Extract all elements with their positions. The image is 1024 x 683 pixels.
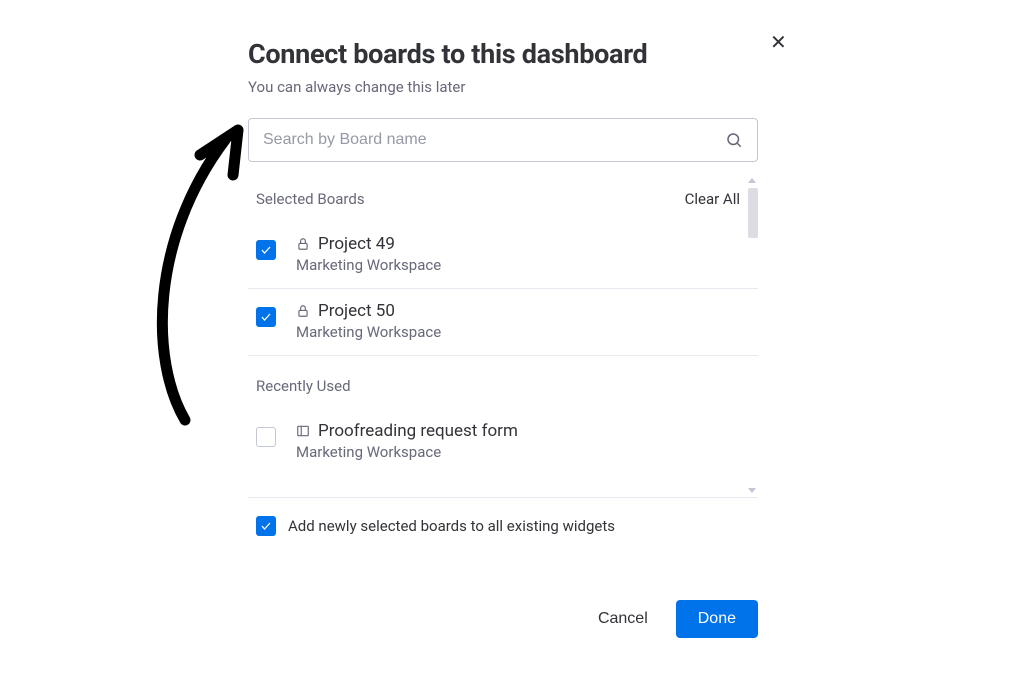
board-row[interactable]: Project 50 Marketing Workspace <box>248 289 758 356</box>
board-name: Project 49 <box>318 234 395 254</box>
board-checkbox[interactable] <box>256 240 276 260</box>
checkmark-icon <box>260 244 272 256</box>
board-name: Proofreading request form <box>318 421 518 441</box>
lock-icon <box>296 237 310 251</box>
search-input[interactable] <box>263 131 725 149</box>
checkmark-icon <box>260 520 272 532</box>
board-workspace: Marketing Workspace <box>296 256 750 274</box>
search-icon <box>725 131 743 149</box>
scroll-down-caret[interactable] <box>748 488 756 493</box>
selected-boards-header: Selected Boards Clear All <box>248 188 758 222</box>
search-field-wrap[interactable] <box>248 118 758 162</box>
done-button[interactable]: Done <box>676 600 758 638</box>
recently-used-label: Recently Used <box>256 377 351 395</box>
clear-all-button[interactable]: Clear All <box>685 190 754 208</box>
connect-boards-modal: Connect boards to this dashboard You can… <box>248 38 788 536</box>
board-info: Project 49 Marketing Workspace <box>296 234 750 274</box>
checkmark-icon <box>260 311 272 323</box>
board-info: Proofreading request form Marketing Work… <box>296 421 750 461</box>
board-list: Selected Boards Clear All Project 49 Mar… <box>248 188 758 536</box>
board-checkbox[interactable] <box>256 307 276 327</box>
recently-used-header: Recently Used <box>248 372 758 409</box>
board-info: Project 50 Marketing Workspace <box>296 301 750 341</box>
add-to-widgets-label: Add newly selected boards to all existin… <box>288 517 615 535</box>
board-row[interactable]: Project 49 Marketing Workspace <box>248 222 758 289</box>
scrollbar-thumb[interactable] <box>748 188 758 238</box>
board-checkbox[interactable] <box>256 427 276 447</box>
add-to-widgets-option[interactable]: Add newly selected boards to all existin… <box>248 498 758 536</box>
board-name: Project 50 <box>318 301 395 321</box>
selected-boards-label: Selected Boards <box>256 190 365 208</box>
board-workspace: Marketing Workspace <box>296 323 750 341</box>
modal-actions: Cancel Done <box>248 600 758 638</box>
board-row[interactable]: Proofreading request form Marketing Work… <box>248 409 758 475</box>
modal-title: Connect boards to this dashboard <box>248 38 788 70</box>
modal-subtitle: You can always change this later <box>248 78 788 96</box>
board-workspace: Marketing Workspace <box>296 443 750 461</box>
board-icon <box>296 424 310 438</box>
lock-icon <box>296 304 310 318</box>
cancel-button[interactable]: Cancel <box>582 600 664 638</box>
add-to-widgets-checkbox[interactable] <box>256 516 276 536</box>
scroll-up-caret[interactable] <box>748 178 756 183</box>
